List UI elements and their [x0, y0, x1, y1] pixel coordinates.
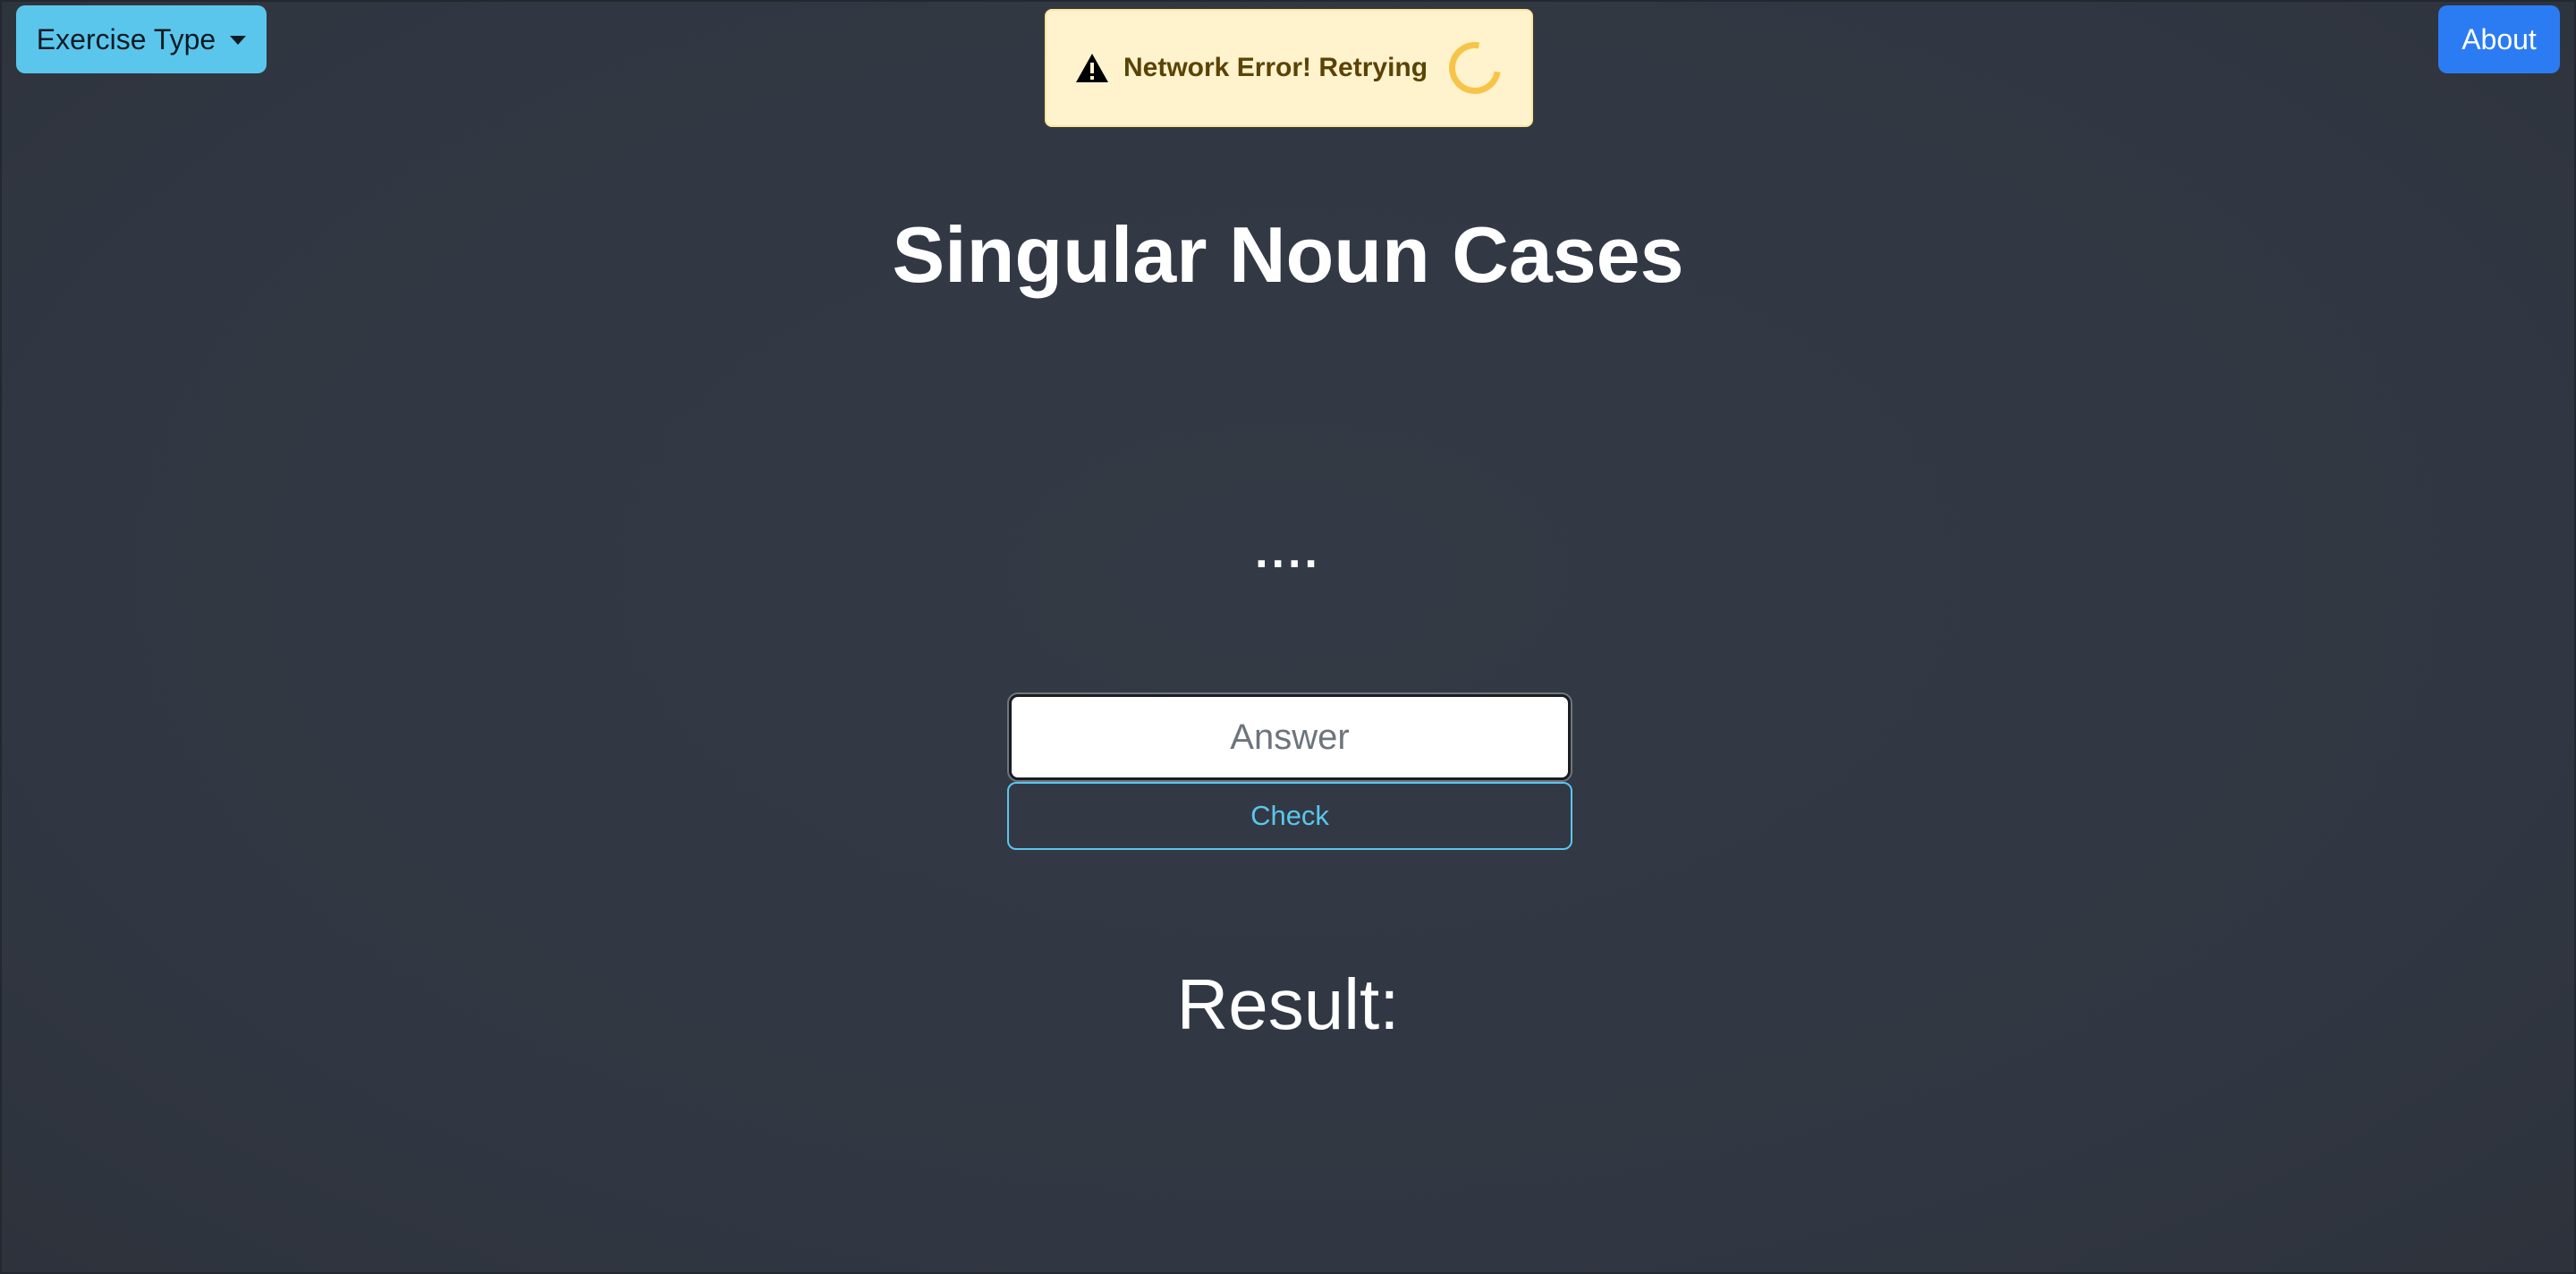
loading-spinner-icon [1438, 31, 1512, 105]
warning-icon [1075, 53, 1109, 83]
check-label: Check [1250, 800, 1329, 831]
check-button[interactable]: Check [1007, 782, 1572, 850]
exercise-type-label: Exercise Type [36, 22, 216, 55]
answer-input[interactable] [1009, 694, 1571, 780]
network-error-toast: Network Error! Retrying [1045, 9, 1533, 127]
exercise-type-dropdown[interactable]: Exercise Type [16, 5, 267, 73]
toast-message: Network Error! Retrying [1123, 53, 1428, 82]
caret-down-icon [230, 36, 247, 45]
result-label: Result: [1176, 964, 1400, 1044]
page: Exercise Type Network Error! Retrying Ab… [2, 2, 2574, 1272]
about-label: About [2462, 22, 2537, 55]
page-title: Singular Noun Cases [892, 210, 1684, 299]
prompt-word: .... [1255, 526, 1321, 578]
about-button[interactable]: About [2438, 5, 2560, 73]
